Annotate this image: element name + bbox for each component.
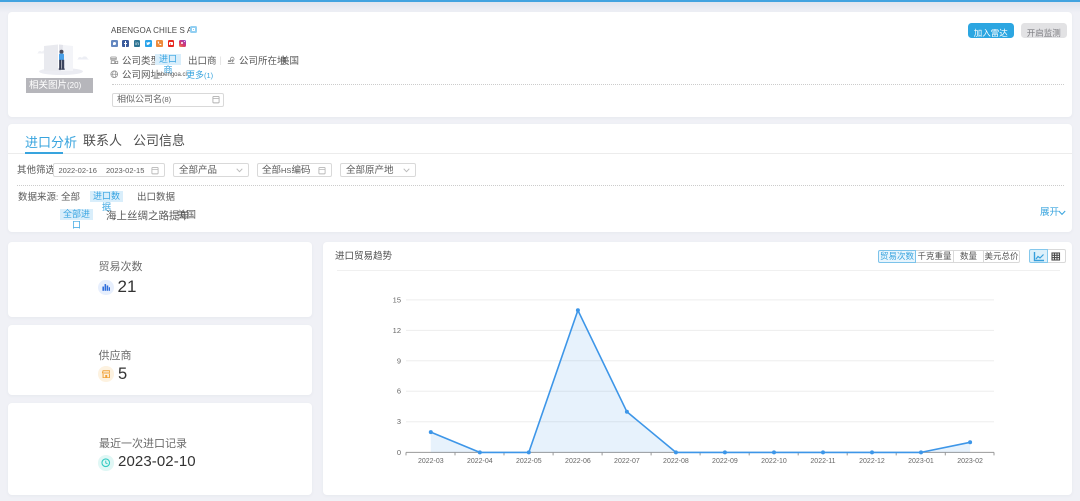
- svg-text:15: 15: [393, 295, 401, 304]
- svg-text:2022-07: 2022-07: [614, 458, 640, 465]
- svg-text:2022-09: 2022-09: [712, 458, 738, 465]
- svg-text:9: 9: [397, 356, 401, 365]
- svg-text:2022-03: 2022-03: [418, 458, 444, 465]
- svg-text:12: 12: [393, 326, 401, 335]
- svg-text:6: 6: [397, 387, 401, 396]
- svg-text:2022-10: 2022-10: [761, 458, 787, 465]
- svg-text:2023-01: 2023-01: [908, 458, 934, 465]
- svg-text:2022-06: 2022-06: [565, 458, 591, 465]
- svg-text:2022-04: 2022-04: [467, 458, 493, 465]
- svg-text:2022-11: 2022-11: [810, 458, 835, 465]
- svg-text:3: 3: [397, 417, 401, 426]
- svg-text:2022-05: 2022-05: [516, 458, 542, 465]
- svg-text:2022-12: 2022-12: [859, 458, 885, 465]
- svg-text:2022-08: 2022-08: [663, 458, 689, 465]
- svg-text:0: 0: [397, 448, 401, 457]
- svg-text:2023-02: 2023-02: [957, 458, 983, 465]
